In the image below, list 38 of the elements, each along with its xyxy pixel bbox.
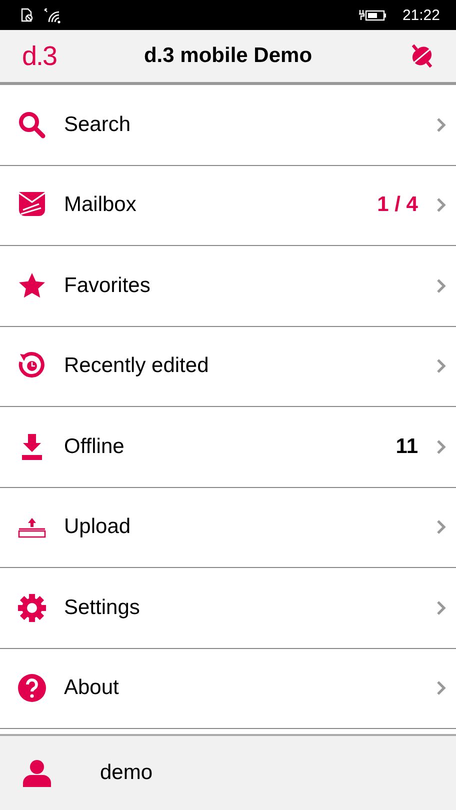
user-name: demo: [100, 761, 153, 785]
phone-blocked-icon: [19, 7, 35, 23]
app-title: d.3 mobile Demo: [142, 44, 314, 68]
menu-label: Search: [64, 112, 132, 137]
menu-item[interactable]: Mailbox 1 / 4: [0, 166, 456, 246]
menu-item[interactable]: Recently edited: [0, 326, 456, 407]
clock-time: 21:22: [402, 6, 440, 24]
chevron-icon: [436, 359, 446, 374]
menu-item[interactable]: Offline 11: [0, 407, 456, 488]
wifi-icon: [43, 6, 63, 24]
menu-item[interactable]: About: [0, 648, 456, 729]
menu-label: Favorites: [64, 274, 152, 298]
menu-label: Offline: [64, 434, 126, 459]
chevron-icon: [436, 118, 446, 132]
search-icon: [17, 110, 47, 140]
chevron-icon: [436, 198, 446, 212]
menu-label: Settings: [64, 596, 141, 620]
chevron-icon: [436, 600, 446, 615]
logo: d.3: [22, 40, 58, 72]
user-icon: [22, 759, 52, 787]
chevron-icon: [436, 681, 446, 696]
menu-label: Mailbox: [64, 193, 138, 218]
menu-item[interactable]: Upload: [0, 488, 456, 568]
menu-item[interactable]: Search: [0, 85, 456, 166]
chevron-icon: [436, 440, 446, 454]
battery-charging-icon: [358, 7, 388, 23]
chevron-icon: [436, 520, 446, 534]
menu-label: Recently edited: [64, 354, 210, 378]
menu-item[interactable]: Settings: [0, 568, 456, 648]
menu-label: Upload: [64, 515, 132, 540]
chevron-icon: [436, 278, 446, 293]
help-icon: [17, 673, 47, 704]
settings-icon: [17, 592, 47, 623]
count-label: 1 / 4: [377, 193, 418, 218]
user-bar[interactable]: demo: [0, 734, 456, 810]
menu-item[interactable]: Favorites: [0, 246, 456, 326]
count-label: 11: [396, 434, 418, 459]
menu-label: About: [64, 676, 120, 700]
